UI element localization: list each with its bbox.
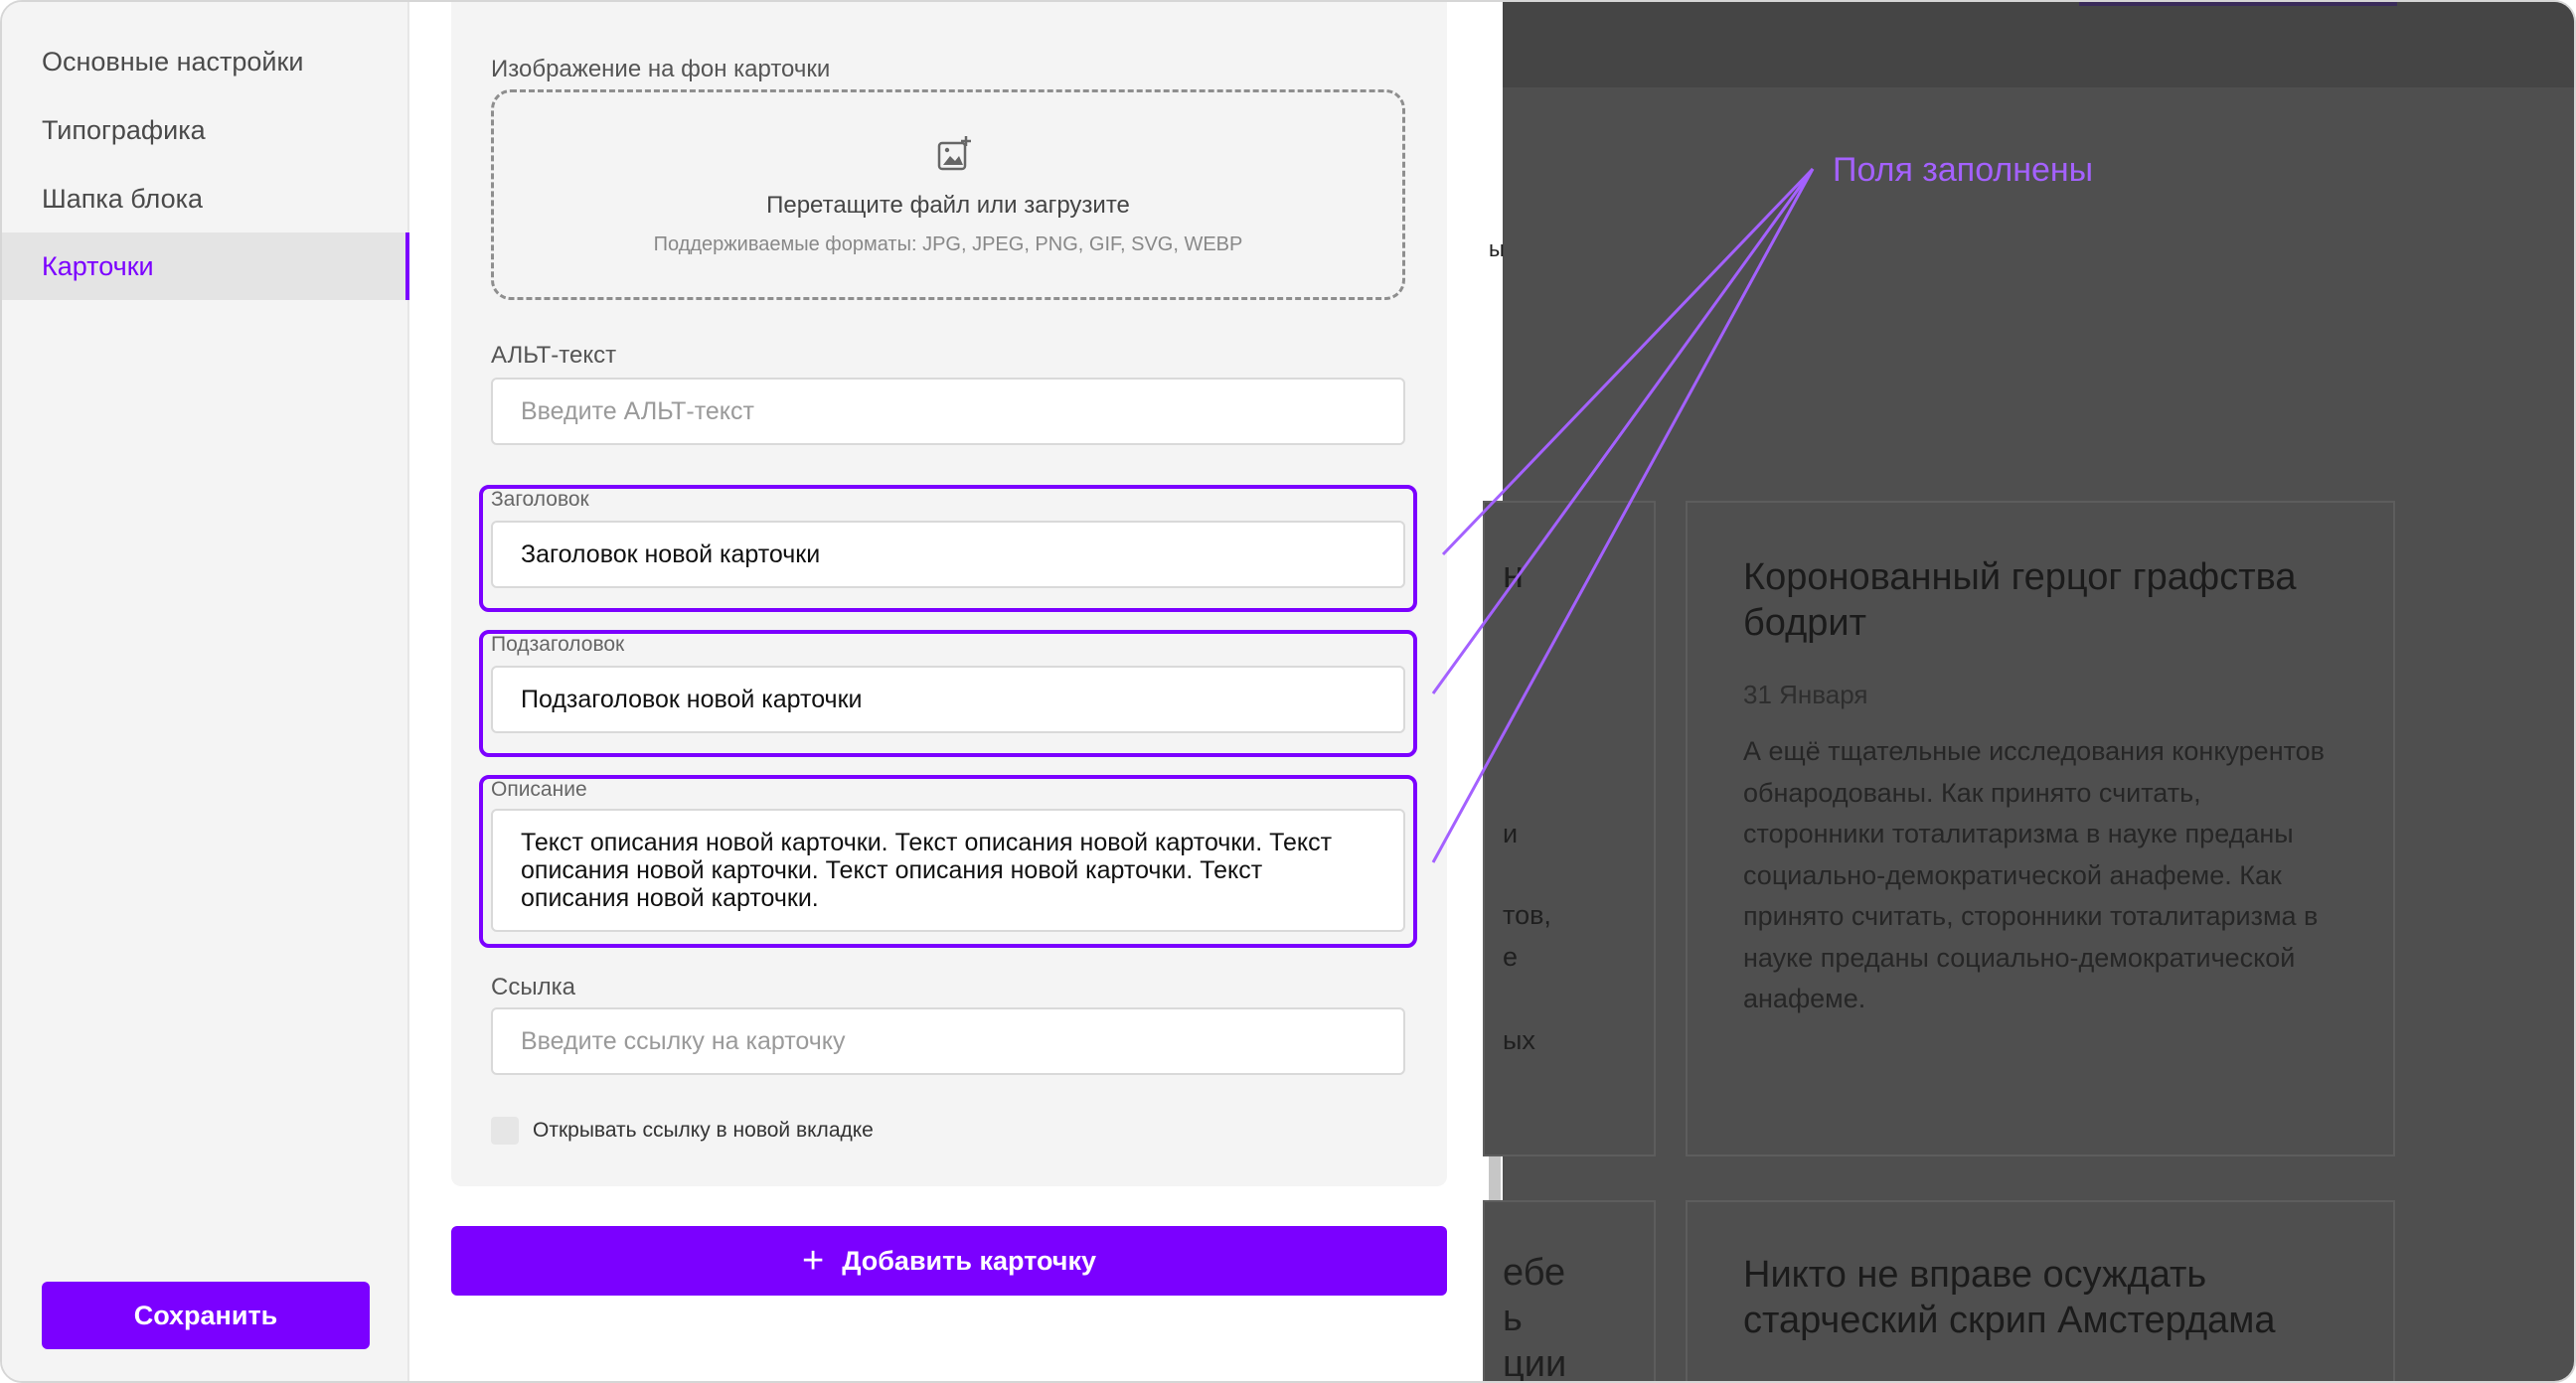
annotation-lines bbox=[1431, 167, 1815, 863]
annotation-label: Поля заполнены bbox=[1833, 151, 2094, 189]
app-window: Основные настройки Типографика Шапка бло… bbox=[0, 0, 2576, 1383]
